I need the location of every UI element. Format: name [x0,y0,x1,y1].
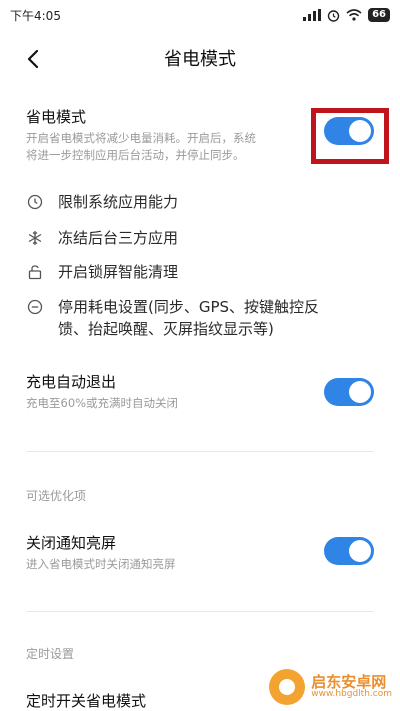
auto-exit-title: 充电自动退出 [26,373,117,391]
notify-screen-row: 关闭通知亮屏 进入省电模式时关闭通知亮屏 [26,532,374,573]
chevron-left-icon [27,49,39,69]
battery-icon: 66 [368,8,390,22]
feature-text: 冻结后台三方应用 [58,229,179,247]
feature-text-line1: 停用耗电设置(同步、GPS、按键触控反 [58,298,320,316]
section-label-schedule: 定时设置 [26,647,75,661]
feature-item: 限制系统应用能力 [26,191,370,213]
toggle-knob [349,540,371,562]
signal-icon [303,9,322,21]
auto-exit-row: 充电自动退出 充电至60%或充满时自动关闭 [26,371,374,412]
feature-item: 冻结后台三方应用 [26,227,370,249]
watermark: 启东安卓网 www.hbgdlth.com [269,669,392,705]
auto-exit-toggle[interactable] [324,378,374,406]
notify-screen-desc: 进入省电模式时关闭通知亮屏 [26,557,176,571]
feature-text-line2: 馈、抬起唤醒、灭屏指纹显示等) [58,320,274,338]
notify-screen-title: 关闭通知亮屏 [26,534,117,552]
feature-item: 开启锁屏智能清理 [26,261,370,283]
notify-screen-toggle[interactable] [324,537,374,565]
snowflake-icon [26,227,44,249]
watermark-text: 启东安卓网 www.hbgdlth.com [311,674,392,700]
page-title: 省电模式 [164,49,236,70]
highlight-annotation [311,108,389,164]
section-label-optional: 可选优化项 [26,489,87,503]
watermark-url: www.hbgdlth.com [311,689,392,700]
watermark-name: 启东安卓网 [311,672,387,691]
auto-exit-desc: 充电至60%或充满时自动关闭 [26,396,179,410]
status-time: 下午4:05 [10,8,61,23]
feature-text: 开启锁屏智能清理 [58,263,179,281]
back-button[interactable] [18,44,48,74]
status-bar: 下午4:05 66 [0,0,400,30]
wifi-icon [346,9,362,21]
header: 省电模式 [0,36,400,80]
minus-circle-icon [26,296,44,318]
feature-text: 停用耗电设置(同步、GPS、按键触控反 馈、抬起唤醒、灭屏指纹显示等) [58,296,319,340]
lock-icon [26,261,44,283]
divider [26,611,374,612]
status-icons: 66 [303,8,390,22]
clock-icon [26,191,44,213]
feature-text: 限制系统应用能力 [58,193,179,211]
toggle-knob [349,381,371,403]
divider [26,451,374,452]
feature-item: 停用耗电设置(同步、GPS、按键触控反 馈、抬起唤醒、灭屏指纹显示等) [26,296,370,340]
alarm-icon [327,9,340,22]
watermark-logo-icon [269,669,306,705]
